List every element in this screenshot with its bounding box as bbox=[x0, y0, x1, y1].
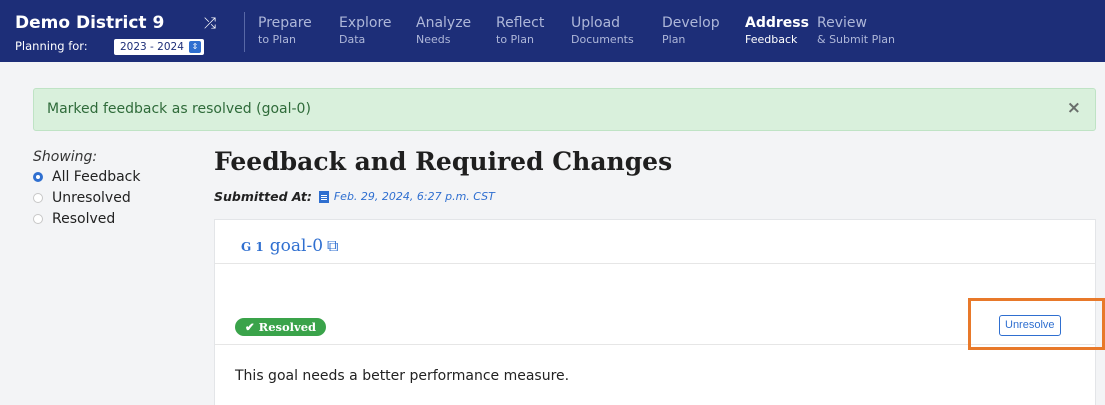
nav-sub-label: Documents bbox=[571, 33, 634, 46]
highlight-annotation bbox=[968, 298, 1105, 350]
nav-main-label: Develop bbox=[662, 15, 720, 31]
chevron-updown-icon: ⇕ bbox=[188, 41, 201, 53]
pdf-file-icon[interactable] bbox=[318, 190, 329, 203]
nav-reflect[interactable]: Reflect to Plan bbox=[496, 15, 544, 46]
divider bbox=[215, 344, 1095, 345]
filter-unresolved[interactable]: Unresolved bbox=[33, 189, 131, 207]
nav-sub-label: & Submit Plan bbox=[817, 33, 895, 46]
nav-review[interactable]: Review & Submit Plan bbox=[817, 15, 895, 46]
radio-icon[interactable] bbox=[33, 193, 43, 203]
nav-main-label: Explore bbox=[339, 15, 392, 31]
success-alert: Marked feedback as resolved (goal-0) × bbox=[33, 88, 1096, 131]
radio-checked-icon[interactable] bbox=[33, 172, 43, 182]
nav-develop[interactable]: Develop Plan bbox=[662, 15, 720, 46]
nav-explore[interactable]: Explore Data bbox=[339, 15, 392, 46]
year-select-value: 2023 - 2024 bbox=[120, 41, 184, 53]
submitted-at: Submitted At: Feb. 29, 2024, 6:27 p.m. C… bbox=[214, 189, 495, 204]
nav-sub-label: Data bbox=[339, 33, 366, 46]
nav-upload[interactable]: Upload Documents bbox=[571, 15, 634, 46]
filter-resolved[interactable]: Resolved bbox=[33, 210, 115, 228]
nav-divider bbox=[244, 12, 245, 52]
radio-icon[interactable] bbox=[33, 214, 43, 224]
submitted-date-link[interactable]: Feb. 29, 2024, 6:27 p.m. CST bbox=[334, 190, 495, 203]
feedback-text: This goal needs a better performance mea… bbox=[235, 368, 570, 384]
nav-main-label: Analyze bbox=[416, 15, 472, 31]
district-name[interactable]: Demo District 9 bbox=[15, 13, 164, 33]
nav-prepare[interactable]: Prepare to Plan bbox=[258, 15, 312, 46]
top-navbar: Demo District 9 ⤮ Planning for: 2023 - 2… bbox=[0, 0, 1105, 62]
filter-option-label: All Feedback bbox=[52, 169, 141, 185]
resolved-badge: ✔ Resolved bbox=[235, 318, 327, 336]
submitted-label: Submitted At: bbox=[214, 189, 312, 204]
nav-sub-label: Plan bbox=[662, 33, 686, 46]
close-icon[interactable]: × bbox=[1067, 98, 1081, 118]
external-link-icon[interactable]: ⧉ bbox=[327, 236, 338, 256]
nav-main-label: Review bbox=[817, 15, 867, 31]
filter-all-feedback[interactable]: All Feedback bbox=[33, 168, 140, 186]
nav-sub-label: Feedback bbox=[745, 33, 798, 46]
goal-name-link[interactable]: goal-0 bbox=[270, 236, 323, 256]
nav-address[interactable]: Address Feedback bbox=[745, 15, 809, 46]
planning-for-label: Planning for: bbox=[15, 39, 88, 53]
nav-analyze[interactable]: Analyze Needs bbox=[416, 15, 471, 46]
nav-main-label: Address bbox=[745, 15, 809, 31]
nav-sub-label: Needs bbox=[416, 33, 451, 46]
filter-option-label: Resolved bbox=[52, 211, 116, 227]
filter-option-label: Unresolved bbox=[52, 190, 131, 206]
nav-sub-label: to Plan bbox=[258, 33, 296, 46]
goal-heading[interactable]: G 1 goal-0 ⧉ bbox=[241, 236, 338, 256]
filter-label: Showing: bbox=[33, 149, 98, 165]
nav-sub-label: to Plan bbox=[496, 33, 534, 46]
goal-code: G 1 bbox=[241, 240, 264, 254]
alert-message: Marked feedback as resolved (goal-0) bbox=[47, 101, 311, 117]
goal-feedback-card: G 1 goal-0 ⧉ ✔ Resolved Unresolve This g… bbox=[214, 219, 1096, 405]
page-title: Feedback and Required Changes bbox=[214, 147, 673, 176]
nav-main-label: Reflect bbox=[496, 15, 545, 31]
nav-main-label: Upload bbox=[571, 15, 621, 31]
divider bbox=[215, 263, 1095, 264]
year-select[interactable]: 2023 - 2024 ⇕ bbox=[114, 39, 204, 55]
nav-main-label: Prepare bbox=[258, 15, 312, 31]
shuffle-icon[interactable]: ⤮ bbox=[204, 14, 216, 32]
